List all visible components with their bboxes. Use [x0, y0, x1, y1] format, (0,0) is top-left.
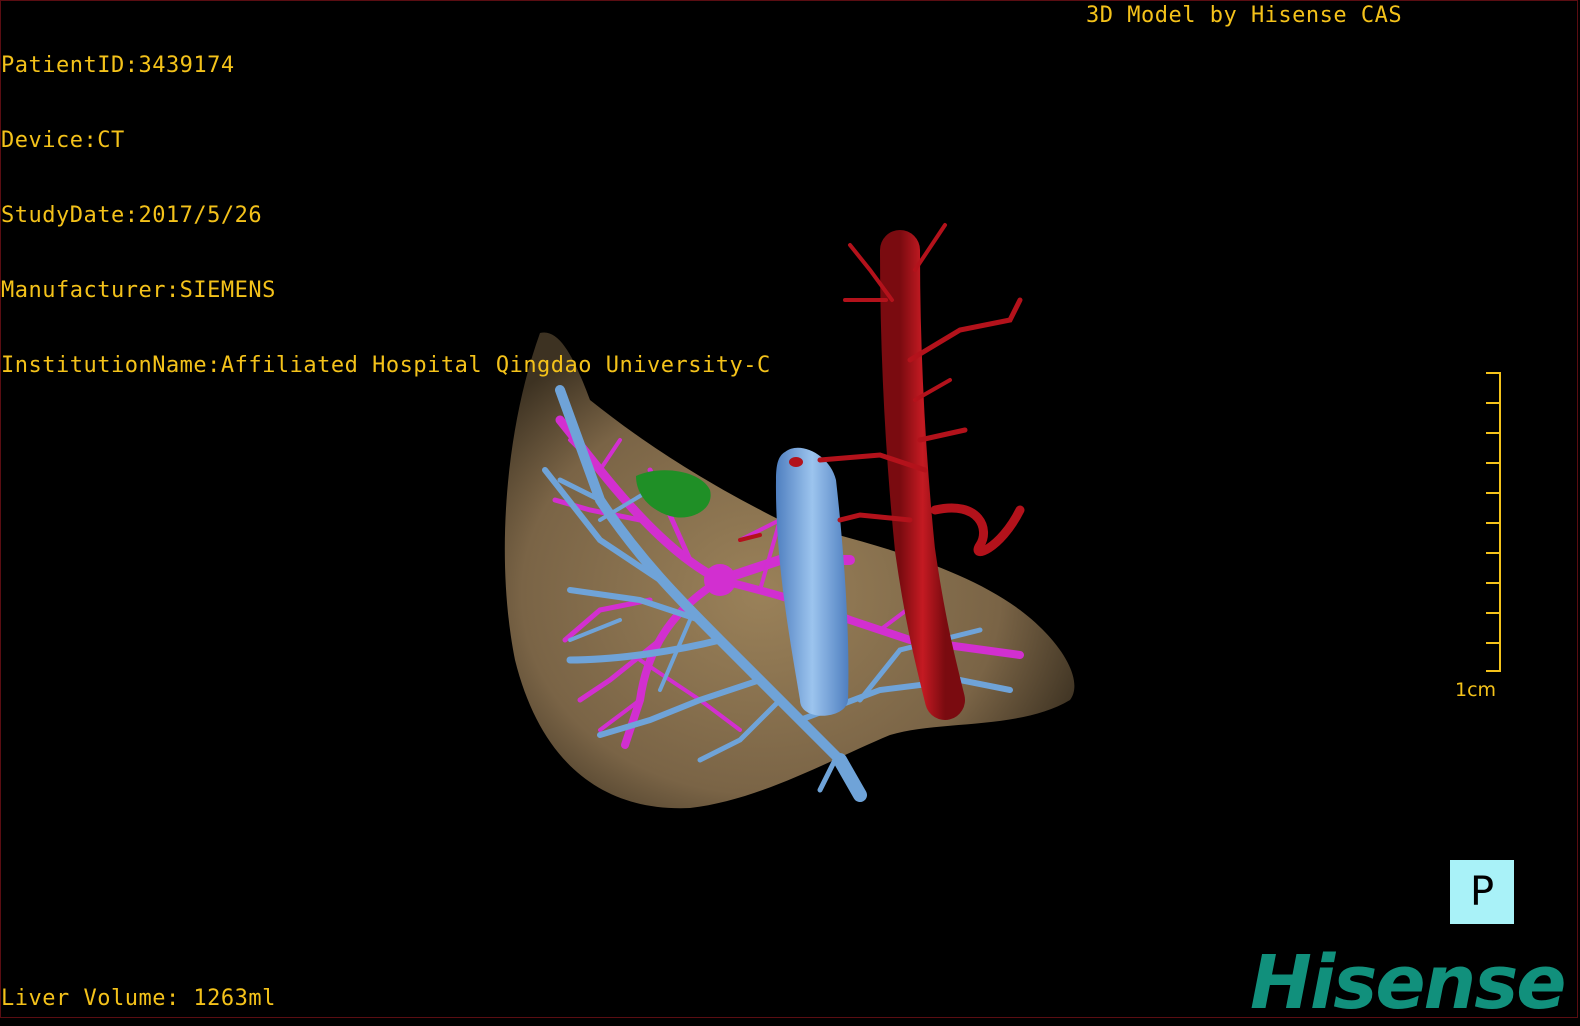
- scale-bar: [1486, 372, 1501, 672]
- patient-info-overlay: PatientID:3439174 Device:CT StudyDate:20…: [1, 3, 771, 403]
- hisense-logo: Hisense: [1250, 940, 1566, 1026]
- device-text: Device:CT: [1, 128, 125, 153]
- institution-text: InstitutionName:Affiliated Hospital Qing…: [1, 353, 771, 378]
- manufacturer-text: Manufacturer:SIEMENS: [1, 278, 276, 303]
- liver-volume-text: Liver Volume: 1263ml: [1, 986, 276, 1011]
- study-date-text: StudyDate:2017/5/26: [1, 203, 263, 228]
- patient-id-text: PatientID:3439174: [1, 53, 235, 78]
- scale-bar-label: 1cm: [1455, 679, 1497, 701]
- model-credit-text: 3D Model by Hisense CAS: [1086, 3, 1403, 28]
- orientation-posterior-button[interactable]: P: [1450, 860, 1514, 924]
